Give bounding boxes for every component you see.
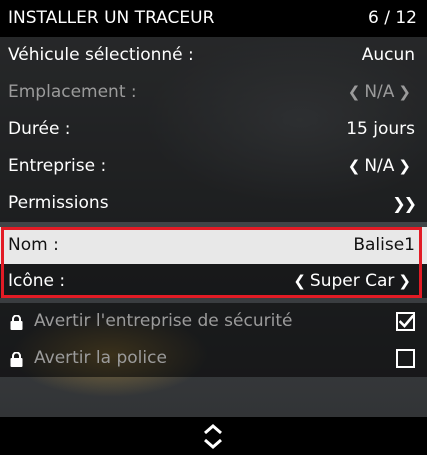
menu-item-label: Permissions [8, 193, 109, 213]
menu-item-selector[interactable]: ❮ Super Car ❯ [289, 264, 415, 298]
menu-item-selector[interactable]: ❮ N/A ❯ [344, 74, 415, 111]
menu-item-value: N/A [364, 156, 395, 176]
tracker-menu: INSTALLER UN TRACEUR 6 / 12 Véhicule sél… [0, 0, 427, 455]
menu-item-location[interactable]: Emplacement : ❮ N/A ❯ [0, 74, 427, 111]
menu-item-label: Nom : [8, 235, 59, 255]
menu-item-value: N/A [364, 82, 395, 102]
menu-item-icon[interactable]: Icône : ❮ Super Car ❯ [0, 264, 427, 298]
chevron-right-icon[interactable]: ❯ [394, 74, 415, 111]
lock-icon [10, 352, 23, 367]
menu-title: INSTALLER UN TRACEUR [8, 8, 215, 28]
menu-item-selector[interactable]: ❮ N/A ❯ [344, 148, 415, 185]
menu-item-value: 15 jours [346, 119, 415, 139]
menu-item-duration[interactable]: Durée : 15 jours [0, 111, 427, 148]
checkbox-unchecked[interactable] [396, 349, 415, 368]
chevron-left-icon[interactable]: ❮ [344, 74, 365, 111]
menu-item-notify-security[interactable]: Avertir l'entreprise de sécurité [0, 303, 427, 340]
menu-item-value: Aucun [361, 45, 415, 65]
up-down-arrows-icon[interactable] [202, 423, 224, 450]
menu-item-label: Avertir l'entreprise de sécurité [34, 311, 293, 331]
scroll-footer[interactable] [0, 417, 427, 455]
chevron-left-icon[interactable]: ❮ [344, 148, 365, 185]
menu-item-value: Super Car [309, 271, 395, 291]
checkbox-checked[interactable] [396, 312, 415, 331]
double-chevron-right-icon: ❯❯ [392, 194, 417, 213]
menu-item-value: Balise1 [353, 235, 415, 255]
checkmark-icon [399, 314, 414, 328]
menu-header: INSTALLER UN TRACEUR 6 / 12 [0, 0, 427, 37]
chevron-left-icon[interactable]: ❮ [289, 264, 310, 298]
menu-item-notify-police[interactable]: Avertir la police [0, 340, 427, 377]
chevron-right-icon[interactable]: ❯ [394, 264, 415, 298]
lock-icon [10, 315, 23, 330]
menu-item-name[interactable]: Nom : Balise1 [0, 227, 427, 264]
menu-item-label: Entreprise : [8, 156, 107, 176]
menu-item-vehicle[interactable]: Véhicule sélectionné : Aucun [0, 37, 427, 74]
menu-item-company[interactable]: Entreprise : ❮ N/A ❯ [0, 148, 427, 185]
menu-page-counter: 6 / 12 [368, 8, 417, 28]
menu-item-label: Emplacement : [8, 82, 137, 102]
menu-item-label: Véhicule sélectionné : [8, 45, 194, 65]
menu-item-label: Durée : [8, 119, 71, 139]
menu-item-permissions[interactable]: Permissions ❯❯ [0, 185, 427, 222]
menu-item-label: Avertir la police [34, 348, 167, 368]
menu-item-label: Icône : [8, 271, 66, 291]
chevron-right-icon[interactable]: ❯ [394, 148, 415, 185]
